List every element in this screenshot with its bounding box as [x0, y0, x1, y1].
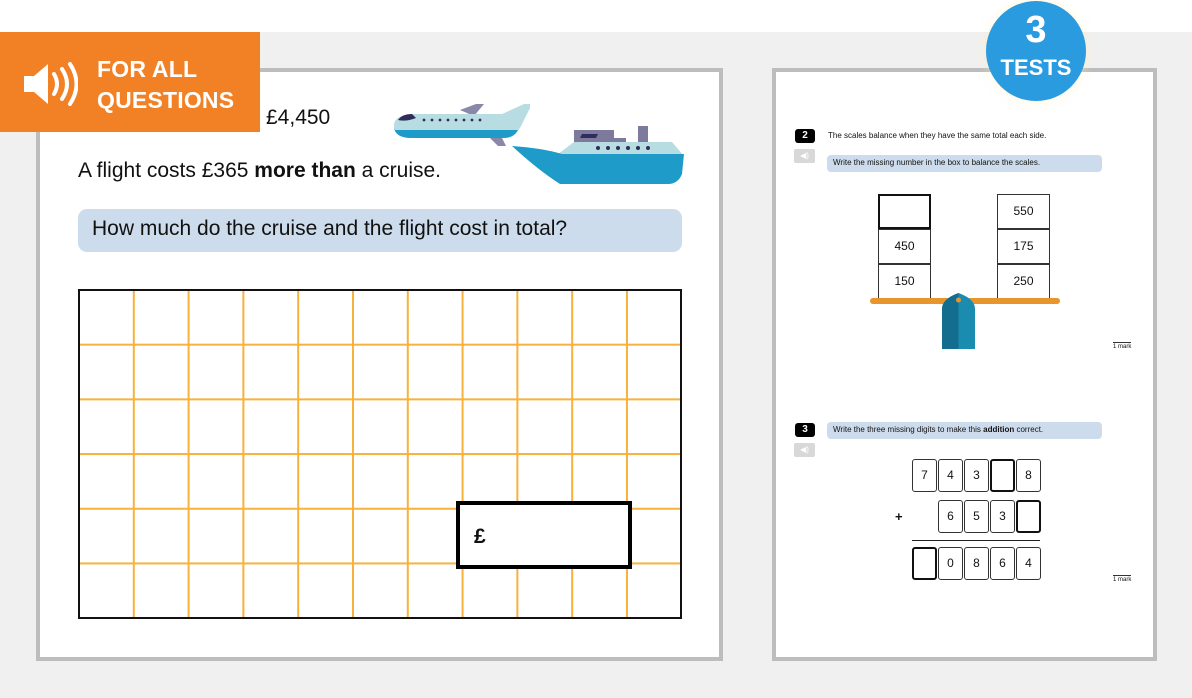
digit-box: 6 [938, 500, 963, 533]
digit-box: 5 [964, 500, 989, 533]
question-number-2: 2 [795, 129, 815, 143]
scale-right-weight: 175 [997, 229, 1050, 264]
digit-box: 4 [938, 459, 963, 492]
q2-prompt: Write the missing number in the box to b… [827, 155, 1102, 172]
digit-box: 3 [990, 500, 1015, 533]
audio-banner[interactable]: FOR ALL QUESTIONS [0, 32, 260, 132]
answer-box[interactable]: £ [456, 501, 632, 569]
digit-box: 3 [964, 459, 989, 492]
missing-digit-box[interactable] [990, 459, 1015, 492]
banner-label: FOR ALL QUESTIONS [97, 54, 234, 116]
q3-prompt: Write the three missing digits to make t… [827, 422, 1102, 439]
statement-text-end: a cruise. [355, 159, 441, 182]
tests-count-badge: 3 TESTS [986, 1, 1086, 101]
digit-box: 4 [1016, 547, 1041, 580]
scale-right-weight: 550 [997, 194, 1050, 229]
speaker-icon: ◀) [800, 445, 809, 454]
digit-box: 6 [990, 547, 1015, 580]
question-number-3: 3 [795, 423, 815, 437]
q3-prompt-text: Write the three missing digits to make t… [833, 425, 984, 434]
question-prompt: How much do the cruise and the flight co… [78, 209, 682, 252]
digit-box: 8 [1016, 459, 1041, 492]
scale-left-missing-box[interactable] [878, 194, 931, 229]
tests-count: 3 [1025, 9, 1047, 51]
cruise-price: £4,450 [266, 106, 331, 129]
plus-operator: + [895, 509, 903, 524]
missing-digit-box[interactable] [912, 547, 937, 580]
audio-button-q3[interactable]: ◀) [794, 443, 815, 457]
digit-box: 7 [912, 459, 937, 492]
scale-left-weight: 150 [878, 264, 931, 299]
digit-box: 8 [964, 547, 989, 580]
q3-marks: 1 mark [1113, 575, 1132, 583]
q3-prompt-text-end: correct. [1014, 425, 1044, 434]
working-grid[interactable] [78, 289, 682, 619]
answer-currency-symbol: £ [474, 525, 486, 548]
sum-line [912, 540, 1040, 541]
problem-statement: A flight costs £365 more than a cruise. [78, 159, 441, 183]
banner-label-line2: QUESTIONS [97, 87, 235, 113]
scale-right-weight: 250 [997, 264, 1050, 299]
speaker-icon: ◀) [800, 151, 809, 160]
plane-illustration [394, 104, 530, 146]
cruise-ship-illustration [512, 126, 684, 184]
q3-prompt-emphasis: addition [983, 425, 1015, 434]
q2-marks: 1 mark [1113, 342, 1132, 350]
scale-pivot [942, 293, 975, 349]
audio-button-q2[interactable]: ◀) [794, 149, 815, 163]
scale-left-weight: 450 [878, 229, 931, 264]
banner-label-line1: FOR ALL [97, 56, 198, 82]
statement-emphasis: more than [254, 159, 356, 182]
missing-digit-box[interactable] [1016, 500, 1041, 533]
q2-intro: The scales balance when they have the sa… [828, 131, 1047, 140]
speaker-icon [24, 62, 78, 106]
digit-box: 0 [938, 547, 963, 580]
tests-label: TESTS [1000, 55, 1072, 80]
statement-text: A flight costs £365 [78, 159, 255, 182]
